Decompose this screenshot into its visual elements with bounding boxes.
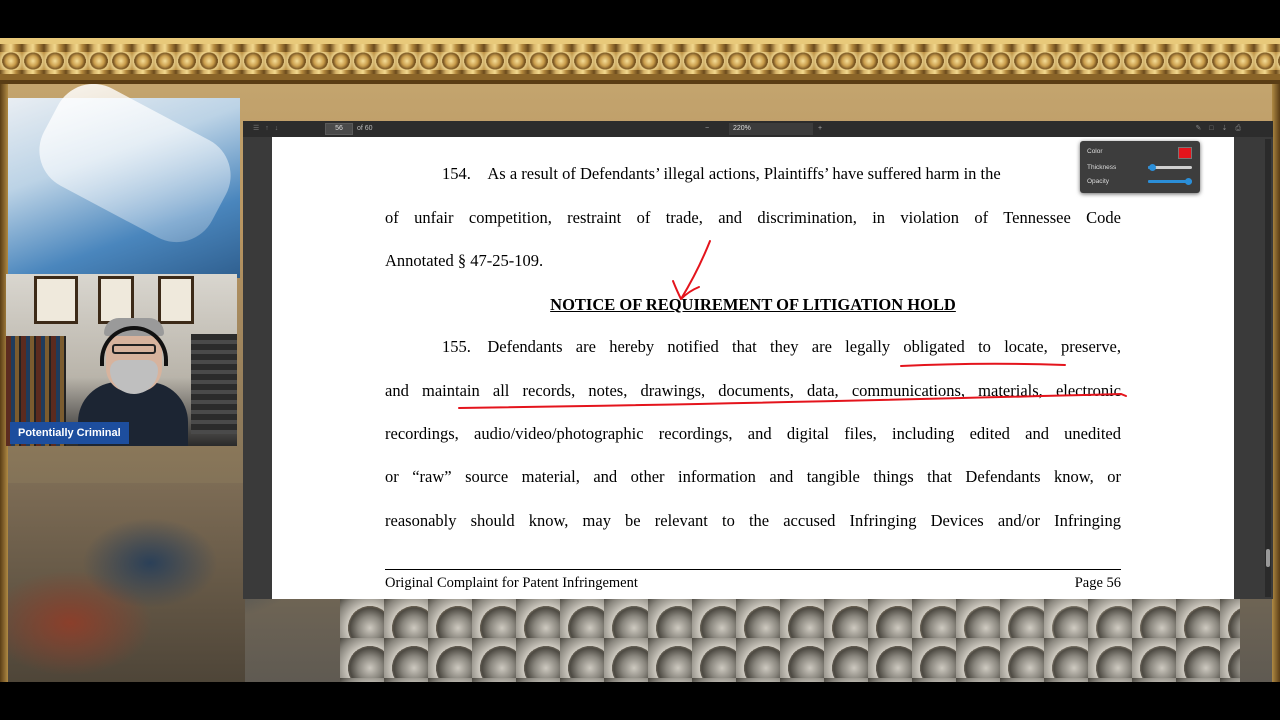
scrollbar-thumb[interactable] bbox=[1266, 549, 1270, 567]
footer-rule bbox=[385, 569, 1121, 570]
pdf-page: 154. As a result of Defendants’ illegal … bbox=[272, 137, 1234, 599]
ink-color-label: Color bbox=[1087, 148, 1103, 155]
para-154-line-3: Annotated § 47-25-109. bbox=[385, 251, 544, 270]
pdf-viewer-window: ☰↑↓ 56 of 60 − 220% + ✎□⇣⎙ 154. As a res… bbox=[243, 121, 1273, 599]
footer-page-number: Page 56 bbox=[1074, 575, 1121, 591]
opacity-slider[interactable] bbox=[1148, 178, 1192, 185]
framed-certificate bbox=[34, 276, 78, 324]
framed-certificate bbox=[98, 276, 134, 324]
footer-title: Original Complaint for Patent Infringeme… bbox=[385, 575, 638, 591]
zoom-in-icon[interactable]: + bbox=[818, 121, 822, 137]
para-155-line-5: reasonably should know, may be relevant … bbox=[385, 511, 1121, 530]
page-total-label: of 60 bbox=[357, 125, 373, 132]
ink-settings-panel: Color Thickness Opacity bbox=[1080, 141, 1200, 193]
vertical-scrollbar[interactable] bbox=[1265, 139, 1271, 597]
equipment-rack bbox=[191, 334, 237, 434]
background-drapery bbox=[0, 483, 245, 682]
thickness-slider-thumb[interactable] bbox=[1148, 164, 1156, 171]
para-154-line-1: 154. As a result of Defendants’ illegal … bbox=[442, 164, 1001, 183]
para-155-line-2: and maintain all records, notes, drawing… bbox=[385, 381, 1121, 400]
zoom-out-icon[interactable]: − bbox=[705, 121, 709, 137]
letterbox-bottom bbox=[0, 682, 1280, 720]
gilded-frame-right bbox=[1272, 84, 1280, 682]
para-155-line-1: 155. Defendants are hereby notified that… bbox=[442, 337, 1121, 356]
ink-color-swatch[interactable] bbox=[1178, 147, 1192, 159]
section-heading: NOTICE OF REQUIREMENT OF LITIGATION HOLD bbox=[550, 295, 956, 314]
page-number-input[interactable]: 56 bbox=[325, 123, 353, 135]
para-154-line-2: of unfair competition, restraint of trad… bbox=[385, 208, 1121, 227]
para-155-line-4: or “raw” source material, and other info… bbox=[385, 467, 1121, 486]
zoom-select[interactable]: 220% bbox=[729, 123, 813, 135]
gilded-frame-ornament bbox=[0, 52, 1280, 70]
background-rocks bbox=[340, 598, 1240, 682]
framed-certificate bbox=[158, 276, 194, 324]
webcam-name-tag: Potentially Criminal bbox=[10, 422, 129, 444]
pdf-toolbar: ☰↑↓ 56 of 60 − 220% + ✎□⇣⎙ bbox=[243, 121, 1273, 137]
letterbox-top bbox=[0, 0, 1280, 38]
opacity-slider-thumb[interactable] bbox=[1185, 178, 1192, 185]
ink-opacity-label: Opacity bbox=[1087, 178, 1110, 185]
ink-thickness-label: Thickness bbox=[1087, 164, 1117, 171]
sidebar-toggle-icon[interactable]: ☰↑↓ bbox=[253, 121, 313, 137]
pen-tool-icon[interactable]: ✎□⇣⎙ bbox=[1159, 121, 1249, 137]
webcam-feed bbox=[6, 274, 237, 446]
thickness-slider[interactable] bbox=[1148, 164, 1192, 171]
para-155-line-3: recordings, audio/video/photographic rec… bbox=[385, 424, 1121, 443]
